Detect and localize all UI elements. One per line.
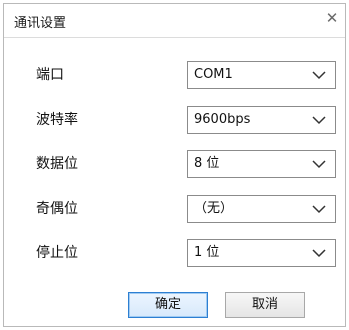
port-select[interactable]: COM1 xyxy=(187,61,336,89)
chevron-down-icon xyxy=(312,160,326,169)
data-bits-value: 8 位 xyxy=(194,156,220,171)
field-row-baud-rate: 波特率 9600bps xyxy=(4,106,345,134)
port-label: 端口 xyxy=(36,67,64,83)
comm-settings-dialog: 通讯设置 ✕ 端口 COM1 波特率 9600bps 数据位 8 位 奇偶位 （… xyxy=(3,3,346,327)
parity-value: （无） xyxy=(194,201,234,216)
baud-rate-value: 9600bps xyxy=(194,112,251,127)
baud-rate-select[interactable]: 9600bps xyxy=(187,106,336,134)
port-value: COM1 xyxy=(194,67,233,82)
parity-select[interactable]: （无） xyxy=(187,195,336,223)
field-row-data-bits: 数据位 8 位 xyxy=(4,150,345,178)
field-row-parity: 奇偶位 （无） xyxy=(4,195,345,223)
baud-rate-label: 波特率 xyxy=(36,112,78,128)
stop-bits-label: 停止位 xyxy=(36,245,78,261)
title-bar: 通讯设置 ✕ xyxy=(4,4,345,38)
close-icon[interactable]: ✕ xyxy=(323,9,341,27)
cancel-button[interactable]: 取消 xyxy=(225,292,305,318)
chevron-down-icon xyxy=(312,116,326,125)
chevron-down-icon xyxy=(312,205,326,214)
chevron-down-icon xyxy=(312,71,326,80)
field-row-stop-bits: 停止位 1 位 xyxy=(4,239,345,267)
stop-bits-value: 1 位 xyxy=(194,245,220,260)
stop-bits-select[interactable]: 1 位 xyxy=(187,239,336,267)
ok-button[interactable]: 确定 xyxy=(128,292,208,318)
dialog-title: 通讯设置 xyxy=(14,16,67,31)
data-bits-select[interactable]: 8 位 xyxy=(187,150,336,178)
chevron-down-icon xyxy=(312,249,326,258)
field-row-port: 端口 COM1 xyxy=(4,61,345,89)
parity-label: 奇偶位 xyxy=(36,201,78,217)
data-bits-label: 数据位 xyxy=(36,156,78,172)
